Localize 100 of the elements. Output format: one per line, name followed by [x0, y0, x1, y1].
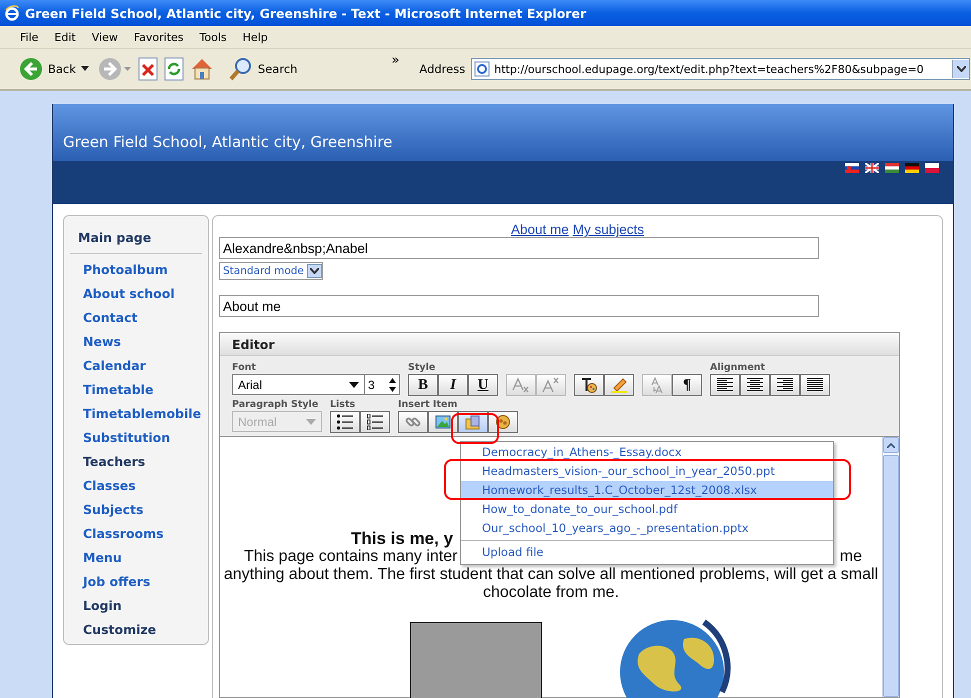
stop-icon[interactable]: [138, 57, 158, 81]
sidebar-item[interactable]: Customize: [64, 618, 156, 642]
highlight-outline: [451, 413, 499, 444]
bold-button[interactable]: B: [408, 374, 438, 396]
align-center-button[interactable]: [740, 374, 770, 396]
menu-bar-entry[interactable]: Edit: [46, 30, 84, 44]
caret-icon: [306, 418, 316, 424]
mode-select[interactable]: Standard mode: [219, 262, 323, 280]
paragraph-button[interactable]: ¶: [672, 374, 702, 396]
toolbar-overflow-button[interactable]: »: [391, 53, 400, 68]
flag-icon[interactable]: [845, 163, 859, 173]
sidebar-item[interactable]: About school: [64, 282, 175, 306]
align-right-icon: [776, 377, 794, 393]
site-title: Green Field School, Atlantic city, Greenshire: [63, 133, 392, 151]
sidebar-item[interactable]: Subjects: [64, 498, 144, 522]
sidebar-item[interactable]: Classes: [64, 474, 136, 498]
italic-button[interactable]: I: [438, 374, 468, 396]
editor-title: Editor: [232, 336, 274, 352]
chevron-up-icon: [887, 442, 895, 448]
bullets-icon: [336, 414, 354, 430]
page-title-field[interactable]: About me: [219, 295, 819, 317]
content-heading: This is me, y: [351, 529, 454, 548]
align-center-icon: [746, 377, 764, 393]
group-label: Font: [232, 362, 257, 374]
refresh-icon[interactable]: [164, 57, 184, 81]
sidebar-item[interactable]: Contact: [64, 306, 138, 330]
sidebar-item[interactable]: Teachers: [64, 450, 146, 474]
sidebar-item[interactable]: Timetable: [64, 378, 154, 402]
align-justify-icon: [806, 377, 824, 393]
group-label: Insert Item: [398, 399, 458, 411]
sidebar-item[interactable]: Login: [64, 594, 122, 618]
chevron-down-icon: [310, 268, 319, 274]
align-left-icon: [716, 377, 734, 393]
highlight-button[interactable]: [604, 374, 634, 396]
page-icon: [474, 61, 490, 77]
search-button[interactable]: Search: [226, 57, 300, 81]
page-link[interactable]: My subjects: [572, 222, 644, 237]
sidebar-item[interactable]: Main page: [64, 226, 152, 250]
file-menu-item[interactable]: Our_school_10_years_ago_-_presentation.pptx: [461, 519, 833, 538]
group-label: Paragraph Style: [232, 399, 320, 411]
sidebar-item[interactable]: Job offers: [64, 570, 150, 594]
dropdown-button[interactable]: [952, 60, 970, 78]
sidebar-item[interactable]: Classrooms: [64, 522, 164, 546]
search-icon: [228, 57, 253, 81]
plugin-button[interactable]: [488, 411, 518, 433]
menu-bar-entry[interactable]: View: [84, 30, 126, 44]
text-color-icon: [580, 377, 598, 393]
back-button[interactable]: Back: [16, 57, 92, 81]
numbers-icon: [366, 414, 384, 430]
align-justify-button[interactable]: [800, 374, 830, 396]
file-menu-item[interactable]: How_to_donate_to_our_school.pdf: [461, 500, 833, 519]
sidebar-item[interactable]: Calendar: [64, 354, 146, 378]
link-button[interactable]: [398, 411, 428, 433]
superscript-icon: [542, 377, 560, 393]
sidebar-item[interactable]: Photoalbum: [64, 258, 168, 282]
name-field[interactable]: Alexandre&nbsp;Anabel: [219, 237, 819, 259]
file-button[interactable]: [458, 411, 488, 433]
group-label: Style: [408, 362, 436, 374]
menu-bar-entry[interactable]: File: [12, 30, 46, 44]
sidebar-item[interactable]: News: [64, 330, 121, 354]
paragraph-text: This page contains many inter: [244, 548, 458, 566]
file-menu-item[interactable]: Headmasters_vision-_our_school_in_year_2050.ppt: [461, 462, 833, 481]
paragraph-text: chocolate from me.: [482, 584, 620, 602]
menu-bar-entry[interactable]: Tools: [192, 30, 235, 44]
menu-bar-entry[interactable]: Favorites: [126, 30, 192, 44]
underline-button[interactable]: U: [468, 374, 498, 396]
flag-icon[interactable]: [905, 163, 919, 173]
window-title: Green Field School, Atlantic city, Greenshire - Text - Microsoft Internet Explorer: [25, 6, 586, 20]
sidebar-item[interactable]: Substitution: [64, 426, 170, 450]
numbers-button[interactable]: [360, 411, 390, 433]
image-button[interactable]: [428, 411, 458, 433]
paragraph-text: me: [840, 548, 862, 566]
group-label: Lists: [330, 399, 356, 411]
paragraph-text: anything about them. The first student that can solve all mentioned problems, will get a small: [224, 566, 878, 584]
page-link[interactable]: About me: [510, 222, 569, 237]
bullets-button[interactable]: [330, 411, 360, 433]
size-spinner[interactable]: 3: [365, 374, 400, 395]
spinner-arrows-icon: [389, 378, 396, 392]
upload-file-item[interactable]: Upload file: [461, 543, 833, 562]
caret-icon: [80, 66, 89, 72]
align-right-button[interactable]: [770, 374, 800, 396]
address-label: Address: [419, 62, 466, 76]
file-icon: [464, 414, 482, 430]
sidebar-item[interactable]: Menu: [64, 546, 122, 570]
address-field[interactable]: http://ourschool.edupage.org/text/edit.php?text=teachers%2F80&subpage=0: [471, 58, 970, 80]
file-menu-item[interactable]: Democracy_in_Athens-_Essay.docx: [461, 443, 833, 462]
chevron-down-icon: [956, 66, 966, 72]
group-label: Alignment: [710, 362, 766, 374]
home-icon[interactable]: [190, 57, 214, 81]
sidebar-item[interactable]: Timetablemobile: [64, 402, 202, 426]
scrollbar[interactable]: [882, 437, 899, 697]
highlight-icon: [610, 377, 628, 393]
subscript-icon: [512, 377, 530, 393]
style-select[interactable]: Arial: [232, 374, 365, 395]
align-left-button[interactable]: [710, 374, 740, 396]
flag-icon[interactable]: [865, 163, 879, 173]
menu-bar-entry[interactable]: Help: [234, 30, 276, 44]
caret-icon: [349, 382, 359, 388]
browser-logo-icon: [4, 5, 20, 21]
text-color-button[interactable]: [574, 374, 604, 396]
